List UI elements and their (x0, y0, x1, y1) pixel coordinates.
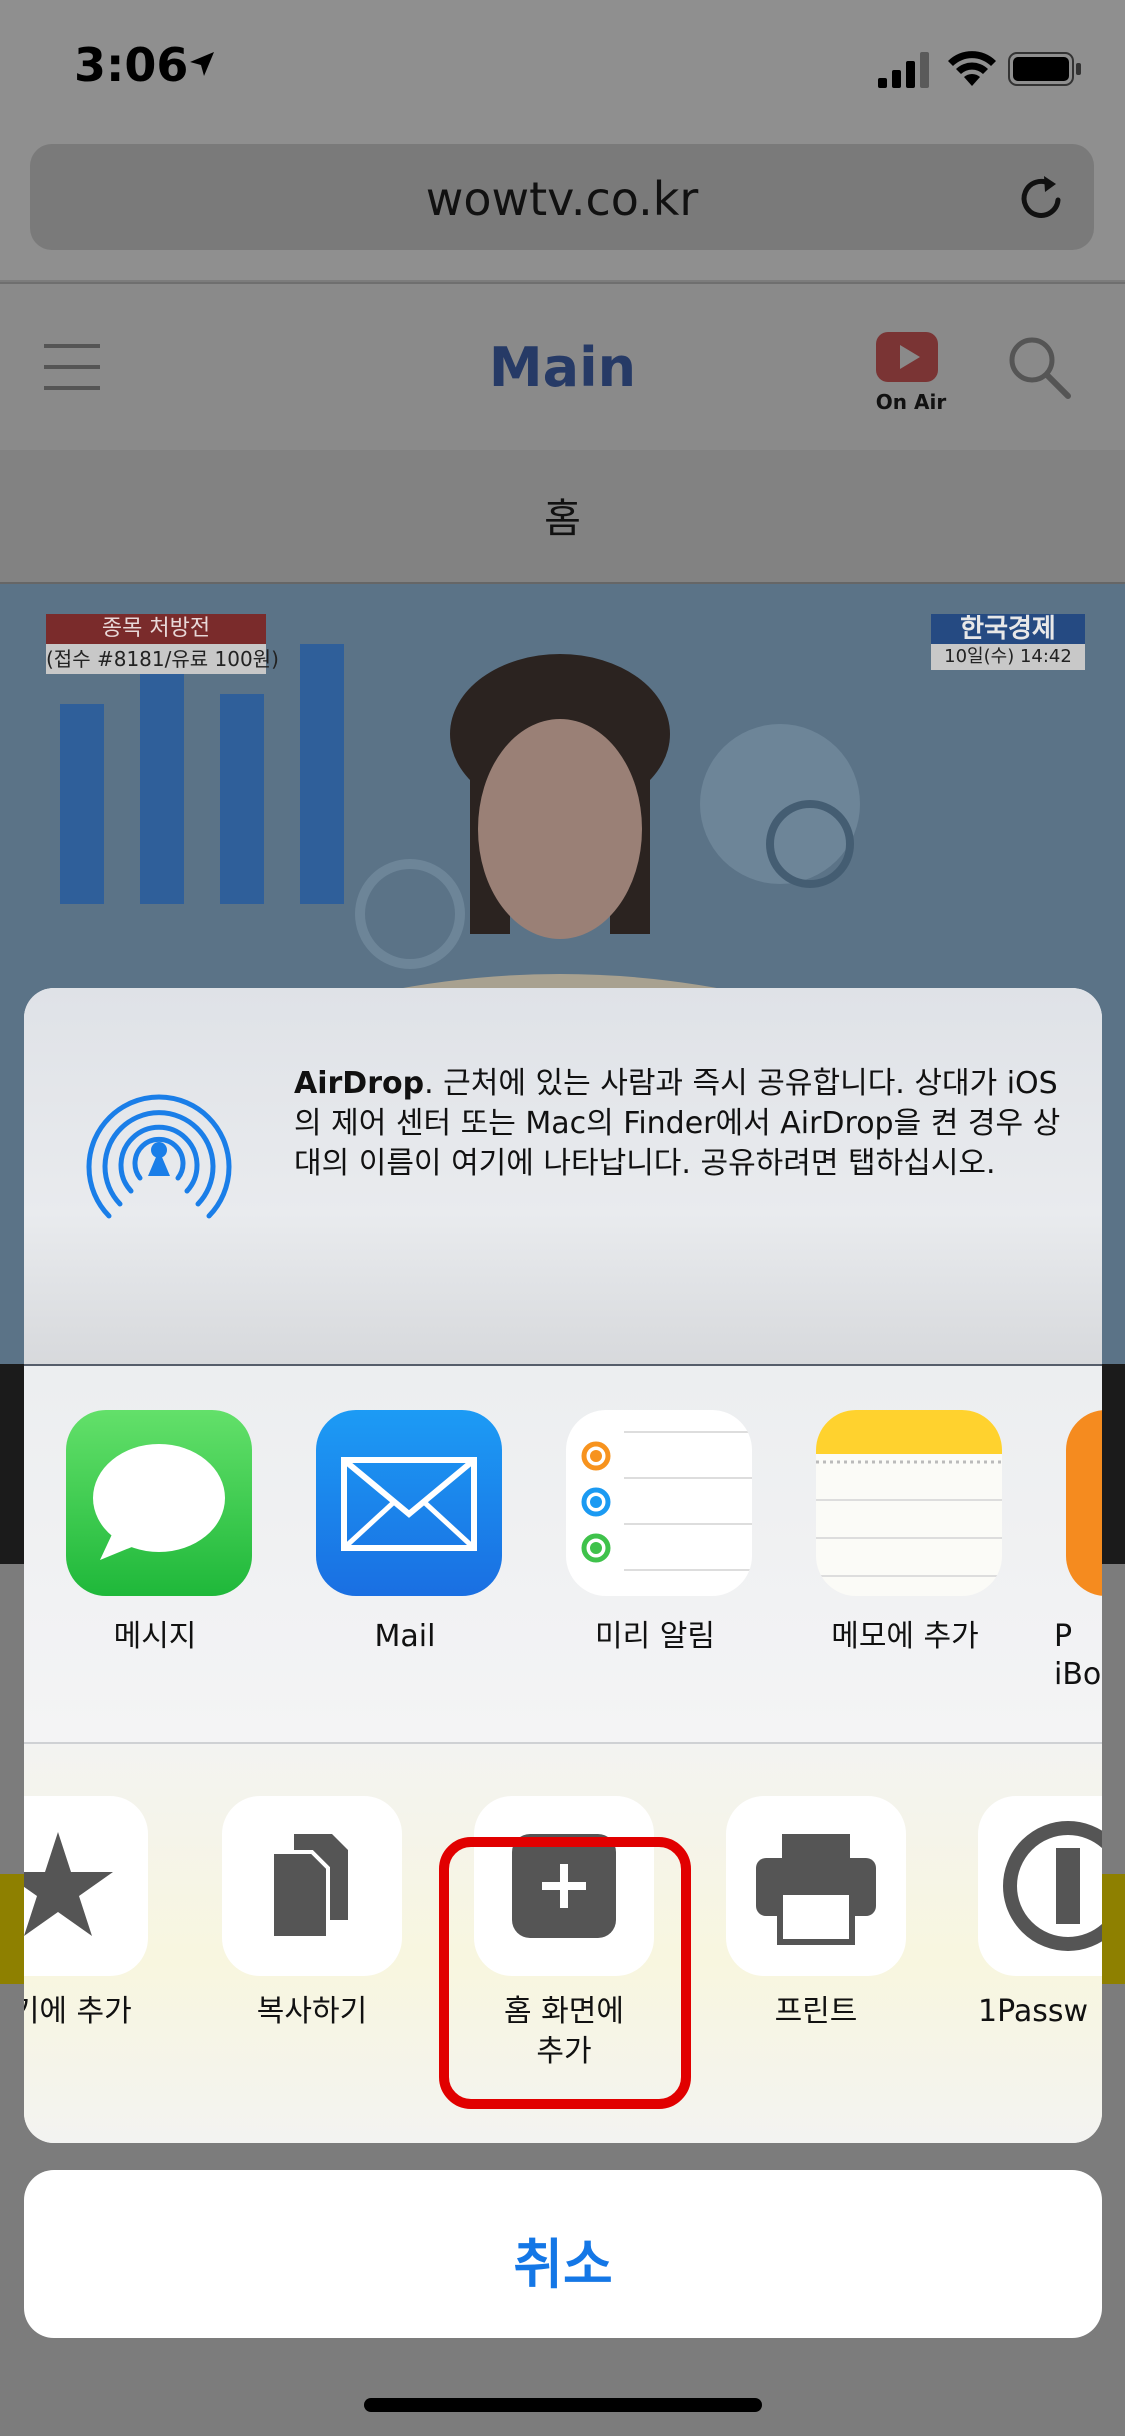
tab-home[interactable]: 홈 (0, 486, 1125, 544)
battery-icon (1008, 52, 1081, 86)
home-indicator (364, 2398, 762, 2412)
site-header: Main On Air (0, 282, 1125, 453)
broadcast-time: 10일(수) 14:42 (931, 644, 1085, 670)
search-icon[interactable] (1006, 334, 1072, 400)
status-bar: 3:06 (0, 0, 1125, 140)
browser-toolbar: wowtv.co.kr (0, 140, 1125, 280)
share-app-label: Mail (374, 1619, 436, 1654)
share-app-label: 메모에 추가 (831, 1619, 979, 1654)
share-app-label: 미리 알림 (595, 1619, 715, 1654)
cancel-button[interactable]: 취소 (24, 2170, 1102, 2338)
program-title: 종목 처방전 (46, 614, 266, 644)
print-icon (756, 1834, 876, 1945)
action-icon-bg (24, 1796, 148, 1976)
channel-name: 한국경제 (931, 614, 1085, 644)
share-action-print[interactable]: 프린트 (726, 1796, 906, 2096)
share-action-label: 찾기에 추가 (24, 1994, 132, 2029)
copy-icon (270, 1834, 348, 1940)
messages-icon (66, 1410, 252, 1596)
share-action-label: 1Passw (978, 1994, 1089, 2029)
location-arrow-icon (190, 52, 214, 76)
cellular-signal-icon (878, 52, 929, 88)
airdrop-section[interactable]: AirDrop. 근처에 있는 사람과 즉시 공유합니다. 상대가 iOS의 제… (24, 988, 1102, 1366)
url-text[interactable]: wowtv.co.kr (30, 172, 1094, 226)
status-time: 3:06 (74, 38, 189, 92)
airdrop-title: AirDrop (294, 1066, 425, 1101)
share-app-label: P iBo (1054, 1619, 1102, 1692)
ibooks-icon (1066, 1410, 1102, 1596)
airdrop-icon (86, 1094, 232, 1219)
share-app-ibooks[interactable]: P iBo (1054, 1410, 1102, 1710)
action-icon-bg (222, 1796, 402, 1976)
share-app-messages[interactable]: 메시지 (60, 1410, 252, 1710)
reminders-icon (566, 1410, 752, 1596)
play-icon (876, 332, 938, 382)
notes-icon (816, 1410, 1002, 1596)
onepassword-icon (1003, 1821, 1102, 1951)
share-app-mail[interactable]: Mail (310, 1410, 502, 1710)
reload-icon[interactable] (1014, 170, 1070, 226)
on-air-label: On Air (875, 390, 947, 414)
sub-navigation: 홈 (0, 450, 1125, 584)
address-bar[interactable]: wowtv.co.kr (30, 144, 1094, 250)
mail-icon (316, 1410, 502, 1596)
share-action-add-bookmark[interactable]: 찾기에 추가 (24, 1796, 148, 2096)
share-action-copy[interactable]: 복사하기 (222, 1796, 402, 2096)
star-icon (24, 1832, 113, 1936)
share-app-reminders[interactable]: 미리 알림 (560, 1410, 752, 1710)
wifi-icon (948, 51, 996, 86)
action-icon-bg (978, 1796, 1102, 1976)
share-app-label: 메시지 (113, 1619, 197, 1654)
program-subtitle: (접수 #8181/유료 100원) (46, 644, 279, 674)
site-title: Main (488, 336, 637, 399)
program-caption: 종목 처방전 (접수 #8181/유료 100원) (46, 614, 279, 678)
action-icon-bg (726, 1796, 906, 1976)
share-app-notes[interactable]: 메모에 추가 (810, 1410, 1002, 1710)
on-air-button[interactable]: On Air (872, 332, 946, 414)
highlight-annotation (439, 1837, 691, 2109)
share-action-1password[interactable]: 1Passw (978, 1796, 1102, 2096)
share-action-label: 복사하기 (256, 1994, 368, 2029)
channel-logo: 한국경제 10일(수) 14:42 (931, 614, 1085, 672)
airdrop-description: AirDrop. 근처에 있는 사람과 즉시 공유합니다. 상대가 iOS의 제… (294, 1064, 1074, 1184)
share-apps-row: 메시지 Mail 미리 알림 메모에 추가 P iBo (24, 1366, 1102, 1744)
share-action-label: 프린트 (774, 1994, 858, 2029)
cancel-label: 취소 (513, 2233, 613, 2296)
